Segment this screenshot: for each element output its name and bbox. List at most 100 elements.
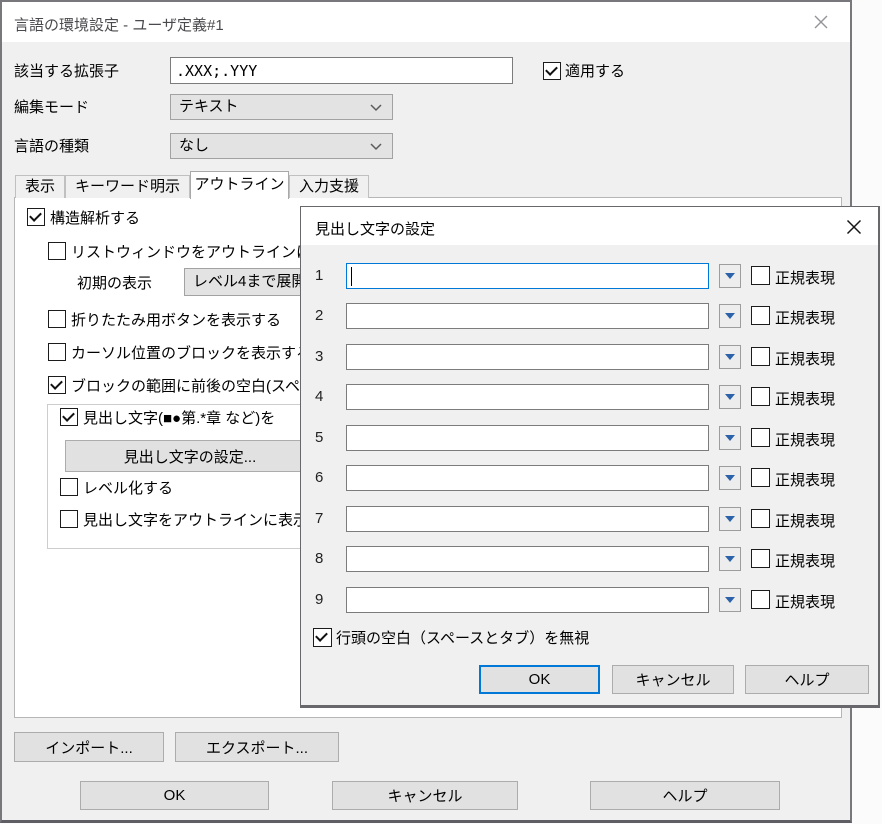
row-number: 8 — [315, 550, 323, 567]
dropdown-arrow-icon — [725, 354, 735, 360]
regex-checkbox[interactable] — [751, 266, 770, 285]
import-button[interactable]: インポート... — [14, 732, 164, 762]
block-range-label: ブロックの範囲に前後の空白(スペ — [71, 377, 300, 397]
regex-checkbox[interactable] — [751, 468, 770, 487]
row-number: 7 — [315, 510, 323, 527]
block-range-checkbox[interactable] — [48, 376, 66, 394]
row-number: 6 — [315, 469, 323, 486]
heading-pattern-row: 8 正規表現 — [301, 546, 878, 574]
heading-outline-label: 見出し文字をアウトラインに表示 — [83, 511, 308, 531]
regex-checkbox[interactable] — [751, 549, 770, 568]
edit-mode-value: テキスト — [179, 98, 239, 115]
heading-pattern-row: 4 正規表現 — [301, 384, 878, 412]
folding-button-label: 折りたたみ用ボタンを表示する — [71, 311, 281, 331]
main-cancel-button[interactable]: キャンセル — [332, 781, 518, 810]
heading-pattern-row: 7 正規表現 — [301, 506, 878, 534]
heading-outline-checkbox[interactable] — [60, 510, 78, 528]
export-button[interactable]: エクスポート... — [175, 732, 339, 762]
heading-pattern-input[interactable] — [346, 263, 709, 289]
heading-dialog-titlebar[interactable]: 見出し文字の設定 — [301, 207, 878, 245]
pattern-dropdown-button[interactable] — [719, 466, 741, 490]
regex-label: 正規表現 — [775, 550, 835, 571]
heading-pattern-input[interactable] — [346, 384, 709, 410]
regex-checkbox[interactable] — [751, 306, 770, 325]
close-icon — [811, 12, 831, 32]
chevron-down-icon — [370, 143, 382, 151]
dropdown-arrow-icon — [725, 556, 735, 562]
row-number: 9 — [315, 591, 323, 608]
row-number: 2 — [315, 307, 323, 324]
main-close-button[interactable] — [806, 8, 836, 36]
pattern-dropdown-button[interactable] — [719, 588, 741, 612]
heading-dialog-title: 見出し文字の設定 — [315, 218, 435, 239]
text-caret — [351, 267, 352, 286]
dropdown-arrow-icon — [725, 273, 735, 279]
apply-checkbox[interactable] — [543, 62, 561, 80]
heading-pattern-input[interactable] — [346, 546, 709, 572]
regex-checkbox[interactable] — [751, 428, 770, 447]
heading-pattern-input[interactable] — [346, 303, 709, 329]
heading-pattern-input[interactable] — [346, 344, 709, 370]
language-type-select[interactable]: なし — [170, 133, 393, 159]
chevron-down-icon — [370, 104, 382, 112]
pattern-dropdown-button[interactable] — [719, 304, 741, 328]
tab-display[interactable]: 表示 — [15, 175, 65, 198]
heading-help-button[interactable]: ヘルプ — [745, 665, 869, 694]
ignore-leading-space-checkbox[interactable] — [313, 628, 332, 647]
tab-outline[interactable]: アウトライン — [190, 171, 289, 199]
pattern-dropdown-button[interactable] — [719, 547, 741, 571]
regex-checkbox[interactable] — [751, 387, 770, 406]
heading-pattern-input[interactable] — [346, 506, 709, 532]
dropdown-arrow-icon — [725, 516, 735, 522]
screen: 言語の環境設定 - ユーザ定義#1 該当する拡張子 適用する 編集モード テキス… — [0, 0, 882, 824]
main-help-button[interactable]: ヘルプ — [590, 781, 780, 810]
initial-display-label: 初期の表示 — [77, 274, 152, 294]
leveling-checkbox[interactable] — [60, 478, 78, 496]
pattern-dropdown-button[interactable] — [719, 507, 741, 531]
main-ok-button[interactable]: OK — [80, 781, 269, 810]
cursor-block-checkbox[interactable] — [48, 343, 66, 361]
structure-analysis-label: 構造解析する — [50, 209, 140, 229]
edit-mode-label: 編集モード — [14, 98, 89, 118]
heading-pattern-row: 6 正規表現 — [301, 465, 878, 493]
dropdown-arrow-icon — [725, 313, 735, 319]
extension-label: 該当する拡張子 — [14, 62, 119, 82]
row-number: 1 — [315, 267, 323, 284]
heading-pattern-input[interactable] — [346, 465, 709, 491]
row-number: 3 — [315, 348, 323, 365]
regex-checkbox[interactable] — [751, 509, 770, 528]
main-titlebar[interactable]: 言語の環境設定 - ユーザ定義#1 — [2, 2, 850, 42]
heading-pattern-input[interactable] — [346, 425, 709, 451]
regex-label: 正規表現 — [775, 388, 835, 409]
heading-cancel-button[interactable]: キャンセル — [612, 665, 734, 694]
regex-label: 正規表現 — [775, 510, 835, 531]
pattern-dropdown-button[interactable] — [719, 426, 741, 450]
extension-input[interactable] — [170, 57, 513, 84]
dropdown-arrow-icon — [725, 394, 735, 400]
heading-pattern-input[interactable] — [346, 587, 709, 613]
heading-settings-button[interactable]: 見出し文字の設定... — [65, 440, 315, 472]
pattern-dropdown-button[interactable] — [719, 385, 741, 409]
initial-display-select[interactable]: レベル4まで展開 — [184, 268, 319, 296]
dropdown-arrow-icon — [725, 475, 735, 481]
heading-ok-button[interactable]: OK — [479, 665, 600, 694]
regex-checkbox[interactable] — [751, 347, 770, 366]
heading-close-button[interactable] — [839, 213, 869, 241]
heading-chars-dialog: 見出し文字の設定 1 正規表現 2 正規表現 3 正規表現 — [300, 206, 880, 708]
tab-keyword[interactable]: キーワード明示 — [65, 175, 190, 198]
heading-chars-checkbox[interactable] — [60, 408, 78, 426]
pattern-dropdown-button[interactable] — [719, 345, 741, 369]
leveling-label: レベル化する — [83, 479, 173, 499]
heading-pattern-row: 5 正規表現 — [301, 425, 878, 453]
regex-label: 正規表現 — [775, 469, 835, 490]
list-window-checkbox[interactable] — [48, 242, 66, 260]
regex-checkbox[interactable] — [751, 590, 770, 609]
structure-analysis-checkbox[interactable] — [27, 208, 45, 226]
tab-input-assist[interactable]: 入力支援 — [289, 175, 369, 198]
edit-mode-select[interactable]: テキスト — [170, 94, 393, 120]
dropdown-arrow-icon — [725, 435, 735, 441]
folding-button-checkbox[interactable] — [48, 310, 66, 328]
pattern-dropdown-button[interactable] — [719, 264, 741, 288]
regex-label: 正規表現 — [775, 307, 835, 328]
row-number: 4 — [315, 388, 323, 405]
